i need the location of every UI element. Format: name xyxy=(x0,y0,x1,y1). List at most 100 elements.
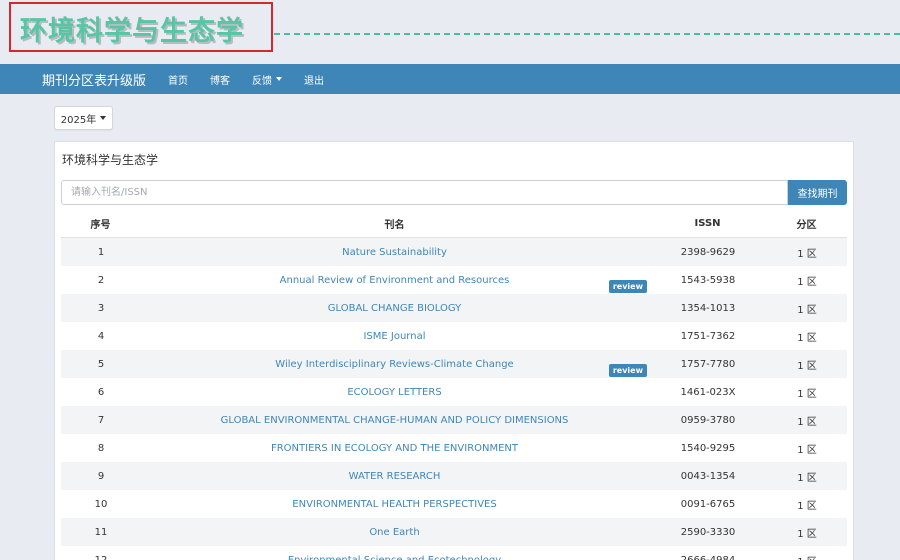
page-banner: 环境科学与生态学 xyxy=(0,0,900,64)
chevron-down-icon xyxy=(100,116,107,120)
journal-panel: 环境科学与生态学 查找期刊 序号 刊名 ISSN 分区 1 Nature Sust… xyxy=(54,141,854,560)
top-navbar: 期刊分区表升级版 首页 博客 反馈 退出 xyxy=(0,64,900,94)
table-header: 序号 刊名 ISSN 分区 xyxy=(61,210,847,238)
table-row: 12 Environmental Science and Ecotechnolog… xyxy=(61,546,847,560)
row-number: 10 xyxy=(94,498,108,510)
row-zone: 1 区 xyxy=(797,416,817,428)
header-issn: ISSN xyxy=(694,218,721,229)
row-zone: 1 区 xyxy=(797,472,817,484)
journal-link[interactable]: ENVIRONMENTAL HEALTH PERSPECTIVES xyxy=(292,499,496,510)
journal-link[interactable]: WATER RESEARCH xyxy=(349,471,441,482)
table-row: 1 Nature Sustainability 2398-9629 1 区 xyxy=(61,238,847,266)
row-number: 6 xyxy=(97,386,105,398)
banner-title: 环境科学与生态学 xyxy=(20,16,244,47)
row-number: 8 xyxy=(97,442,105,454)
row-zone: 1 区 xyxy=(797,332,817,344)
header-zone: 分区 xyxy=(796,220,817,231)
journal-link[interactable]: Nature Sustainability xyxy=(342,247,447,258)
row-zone: 1 区 xyxy=(797,444,817,456)
review-badge: review xyxy=(608,280,647,293)
row-zone: 1 区 xyxy=(797,276,817,288)
row-issn: 2590-3330 xyxy=(680,526,736,538)
row-issn: 1540-9295 xyxy=(680,442,736,454)
year-select-button[interactable]: 2025年 xyxy=(54,106,113,130)
journal-link[interactable]: ISME Journal xyxy=(363,331,425,342)
table-row: 10 ENVIRONMENTAL HEALTH PERSPECTIVES 0091-… xyxy=(61,490,847,518)
row-number: 3 xyxy=(97,302,105,314)
table-body: 1 Nature Sustainability 2398-9629 1 区 2 Annua… xyxy=(61,238,847,560)
table-row: 4 ISME Journal 1751-7362 1 区 xyxy=(61,322,847,350)
nav-feedback-dropdown[interactable]: 反馈 xyxy=(252,72,283,87)
row-number: 11 xyxy=(94,526,108,538)
row-number: 12 xyxy=(94,554,108,560)
search-button[interactable]: 查找期刊 xyxy=(788,180,847,205)
row-name-cell: Wiley Interdisciplinary Reviews-Climate … xyxy=(140,350,649,378)
journal-link[interactable]: GLOBAL ENVIRONMENTAL CHANGE-HUMAN AND PO… xyxy=(221,415,569,426)
table-row: 3 GLOBAL CHANGE BIOLOGY 1354-1013 1 区 xyxy=(61,294,847,322)
table-row: 8 FRONTIERS IN ECOLOGY AND THE ENVIRONMEN… xyxy=(61,434,847,462)
search-input[interactable] xyxy=(61,180,788,205)
header-number: 序号 xyxy=(90,220,111,231)
row-issn: 1461-023X xyxy=(680,386,736,398)
row-number: 9 xyxy=(97,470,105,482)
panel-title: 环境科学与生态学 xyxy=(62,153,159,167)
row-name-cell: ENVIRONMENTAL HEALTH PERSPECTIVES xyxy=(140,490,649,518)
row-zone: 1 区 xyxy=(797,388,817,400)
row-zone: 1 区 xyxy=(797,248,817,260)
row-issn: 1354-1013 xyxy=(680,302,736,314)
row-name-cell: ISME Journal xyxy=(140,322,649,350)
nav-home[interactable]: 首页 xyxy=(168,72,188,87)
table-row: 11 One Earth 2590-3330 1 区 xyxy=(61,518,847,546)
table-row: 6 ECOLOGY LETTERS 1461-023X 1 区 xyxy=(61,378,847,406)
nav-logout[interactable]: 退出 xyxy=(304,72,324,87)
row-zone: 1 区 xyxy=(766,553,847,560)
row-name-cell: WATER RESEARCH xyxy=(140,462,649,490)
journal-link[interactable]: GLOBAL CHANGE BIOLOGY xyxy=(328,303,461,314)
table-row: 2 Annual Review of Environment and Resour… xyxy=(61,266,847,294)
journal-link[interactable]: Wiley Interdisciplinary Reviews-Climate … xyxy=(275,359,513,370)
row-number: 1 xyxy=(97,246,105,258)
journal-link[interactable]: ECOLOGY LETTERS xyxy=(347,387,441,398)
row-name-cell: ECOLOGY LETTERS xyxy=(140,378,649,406)
nav-home-label: 首页 xyxy=(168,75,189,87)
row-issn: 2398-9629 xyxy=(680,246,736,258)
review-badge: review xyxy=(608,364,647,377)
row-issn: 0959-3780 xyxy=(680,414,736,426)
row-name-cell: GLOBAL CHANGE BIOLOGY xyxy=(140,294,649,322)
row-issn: 1751-7362 xyxy=(680,330,736,342)
row-name-cell: One Earth xyxy=(140,518,649,546)
nav-blog-label: 博客 xyxy=(210,75,231,87)
row-zone: 1 区 xyxy=(797,528,817,540)
row-issn: 1543-5938 xyxy=(680,274,736,286)
table-row: 7 GLOBAL ENVIRONMENTAL CHANGE-HUMAN AND P… xyxy=(61,406,847,434)
navbar-brand[interactable]: 期刊分区表升级版 xyxy=(42,70,146,89)
row-issn: 0091-6765 xyxy=(680,498,736,510)
journal-table: 序号 刊名 ISSN 分区 1 Nature Sustainability 2398… xyxy=(61,210,847,560)
journal-link[interactable]: Annual Review of Environment and Resourc… xyxy=(280,275,510,286)
nav-feedback-label: 反馈 xyxy=(252,75,273,87)
row-name-cell: GLOBAL ENVIRONMENTAL CHANGE-HUMAN AND PO… xyxy=(140,406,649,434)
journal-link[interactable]: One Earth xyxy=(369,527,419,538)
header-name: 刊名 xyxy=(384,220,405,231)
nav-blog[interactable]: 博客 xyxy=(210,72,230,87)
row-number: 4 xyxy=(97,330,105,342)
row-name-cell: Environmental Science and Ecotechnology xyxy=(140,546,649,560)
year-select-value: 2025年 xyxy=(60,114,97,126)
journal-link[interactable]: Environmental Science and Ecotechnology xyxy=(288,555,501,560)
row-zone: 1 区 xyxy=(797,304,817,316)
table-row: 5 Wiley Interdisciplinary Reviews-Climate… xyxy=(61,350,847,378)
row-zone: 1 区 xyxy=(797,500,817,512)
row-number: 7 xyxy=(97,414,105,426)
row-issn: 1757-7780 xyxy=(680,358,736,370)
row-name-cell: FRONTIERS IN ECOLOGY AND THE ENVIRONMENT xyxy=(140,434,649,462)
banner-dashed-line xyxy=(274,33,900,35)
nav-logout-label: 退出 xyxy=(304,75,325,87)
row-issn: 2666-4984 xyxy=(680,554,736,560)
row-name-cell: Nature Sustainability xyxy=(140,238,649,266)
row-issn: 0043-1354 xyxy=(680,470,736,482)
journal-link[interactable]: FRONTIERS IN ECOLOGY AND THE ENVIRONMENT xyxy=(271,443,518,454)
row-number: 2 xyxy=(97,274,105,286)
table-row: 9 WATER RESEARCH 0043-1354 1 区 xyxy=(61,462,847,490)
row-name-cell: Annual Review of Environment and Resourc… xyxy=(140,266,649,294)
chevron-down-icon xyxy=(276,77,283,81)
